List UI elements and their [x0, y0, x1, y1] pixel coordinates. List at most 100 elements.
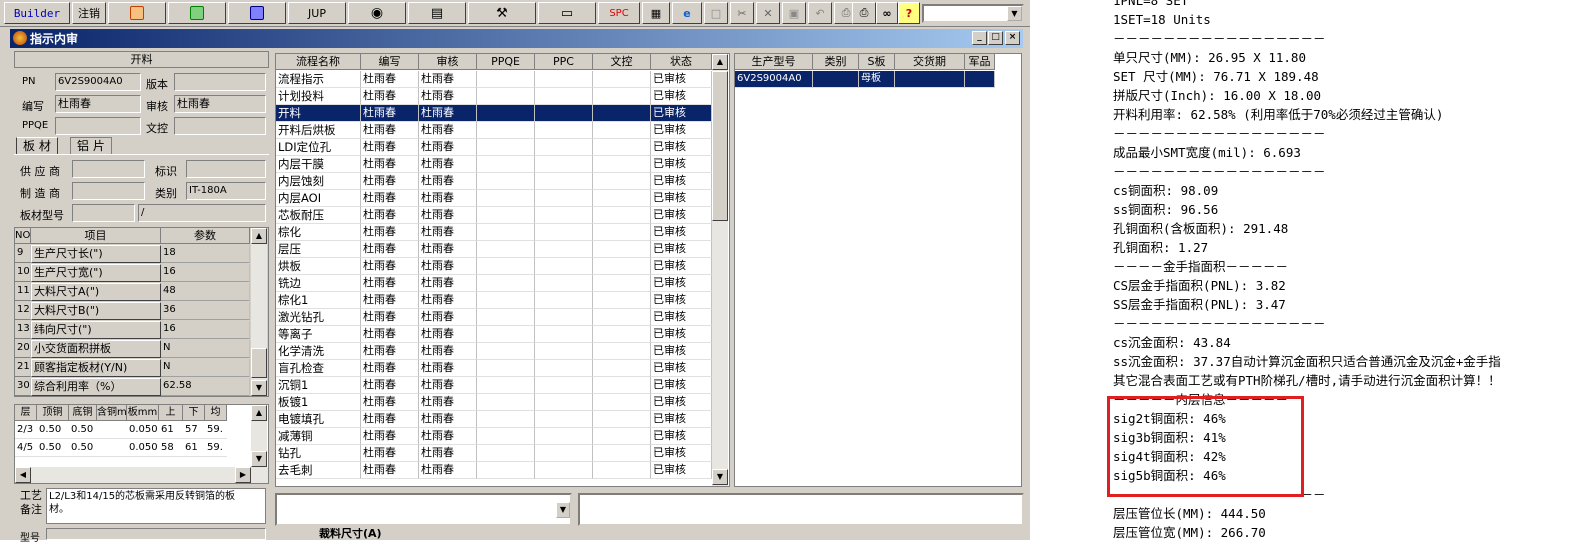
- flow-scrollbar[interactable]: ▲ ▼: [712, 54, 728, 486]
- flow-header[interactable]: 流程名称: [276, 54, 361, 70]
- table-row[interactable]: 等离子 杜雨春 杜雨春 已审核: [276, 326, 712, 343]
- minimize-button[interactable]: _: [972, 31, 987, 45]
- param-value[interactable]: 36: [161, 302, 250, 320]
- tools-button[interactable]: ⚒: [468, 2, 536, 24]
- find-button[interactable]: ∞: [876, 2, 898, 24]
- flow-header[interactable]: 状态: [651, 54, 712, 70]
- param-value[interactable]: N: [161, 359, 250, 377]
- database-button[interactable]: ▤: [408, 2, 466, 24]
- product-header[interactable]: 生产型号: [735, 54, 813, 70]
- table-row[interactable]: LDI定位孔 杜雨春 杜雨春 已审核: [276, 139, 712, 156]
- help-button[interactable]: ?: [898, 2, 920, 24]
- table-row[interactable]: 板镀1 杜雨春 杜雨春 已审核: [276, 394, 712, 411]
- scroll-down-icon[interactable]: ▼: [251, 451, 267, 467]
- product-header[interactable]: S板: [859, 54, 895, 70]
- cut-button[interactable]: ✂: [730, 2, 754, 24]
- table-row[interactable]: 烘板 杜雨春 杜雨春 已审核: [276, 258, 712, 275]
- logout-button[interactable]: 注销: [72, 2, 106, 24]
- spc-button[interactable]: SPC: [598, 2, 640, 24]
- product-row[interactable]: 6V2S9004A0 母板: [735, 71, 995, 88]
- new-button[interactable]: □: [704, 2, 728, 24]
- author-field[interactable]: 杜雨春: [55, 95, 141, 113]
- flow-header[interactable]: PPC: [535, 54, 593, 70]
- doc-control-field[interactable]: [174, 117, 266, 135]
- scroll-up-icon[interactable]: ▲: [712, 54, 728, 70]
- toolbar-combo[interactable]: ▼: [922, 4, 1024, 23]
- param-value[interactable]: 48: [161, 283, 250, 301]
- ppqe-field[interactable]: [55, 117, 141, 135]
- word-button[interactable]: [228, 2, 286, 24]
- product-header[interactable]: 类别: [813, 54, 859, 70]
- scroll-down-icon[interactable]: ▼: [251, 380, 267, 396]
- scroll-thumb[interactable]: [712, 71, 728, 221]
- table-row[interactable]: 电镀填孔 杜雨春 杜雨春 已审核: [276, 411, 712, 428]
- param-value[interactable]: N: [161, 340, 250, 358]
- table-row[interactable]: 钻孔 杜雨春 杜雨春 已审核: [276, 445, 712, 462]
- builder-button[interactable]: Builder: [4, 2, 70, 24]
- scroll-up-icon[interactable]: ▲: [251, 228, 267, 244]
- table-row[interactable]: 芯板耐压 杜雨春 杜雨春 已审核: [276, 207, 712, 224]
- table-row[interactable]: 层压 杜雨春 杜雨春 已审核: [276, 241, 712, 258]
- scroll-thumb[interactable]: [251, 348, 267, 378]
- flow-header[interactable]: 编写: [361, 54, 419, 70]
- bottom-combo[interactable]: ▼: [275, 493, 572, 526]
- computer-button[interactable]: ▭: [538, 2, 596, 24]
- table-row[interactable]: 开料后烘板 杜雨春 杜雨春 已审核: [276, 122, 712, 139]
- powerpoint-button[interactable]: [108, 2, 166, 24]
- reviewer-field[interactable]: 杜雨春: [174, 95, 266, 113]
- param-value[interactable]: 16: [161, 321, 250, 339]
- scroll-up-icon[interactable]: ▲: [251, 405, 267, 421]
- save-button[interactable]: ▣: [782, 2, 806, 24]
- view-button[interactable]: ◉: [348, 2, 406, 24]
- chevron-down-icon[interactable]: ▼: [556, 502, 570, 518]
- flow-header[interactable]: 文控: [593, 54, 651, 70]
- table-row[interactable]: 棕化1 杜雨春 杜雨春 已审核: [276, 292, 712, 309]
- tab-board[interactable]: 板 材: [16, 137, 58, 154]
- table-row[interactable]: 计划投料 杜雨春 杜雨春 已审核: [276, 88, 712, 105]
- pn-field[interactable]: 6V2S9004A0: [55, 73, 141, 91]
- table-row[interactable]: 铣边 杜雨春 杜雨春 已审核: [276, 275, 712, 292]
- excel-button[interactable]: [168, 2, 226, 24]
- tab-aluminum[interactable]: 铝 片: [70, 137, 112, 154]
- chevron-down-icon[interactable]: ▼: [1007, 6, 1022, 21]
- cut-size-tab[interactable]: 裁料尺寸(A): [275, 528, 425, 540]
- mark-field[interactable]: [186, 160, 266, 178]
- ie-button[interactable]: e: [672, 2, 702, 24]
- process-remark-textarea[interactable]: L2/L3和14/15的芯板需采用反转铜箔的板材。: [46, 488, 266, 524]
- category-field[interactable]: IT-180A: [186, 182, 266, 200]
- undo-button[interactable]: ↶: [808, 2, 832, 24]
- board-model-field-2[interactable]: /: [138, 204, 266, 222]
- supplier-field[interactable]: [72, 160, 145, 178]
- param-value[interactable]: 18: [161, 245, 250, 263]
- param-value[interactable]: 16: [161, 264, 250, 282]
- close-button[interactable]: ×: [1005, 31, 1020, 45]
- table-row[interactable]: 减薄铜 杜雨春 杜雨春 已审核: [276, 428, 712, 445]
- param-value[interactable]: 62.58: [161, 378, 250, 396]
- delete-button[interactable]: ✕: [756, 2, 780, 24]
- params-scrollbar[interactable]: ▲ ▼: [251, 228, 267, 396]
- table-row[interactable]: 内层蚀刻 杜雨春 杜雨春 已审核: [276, 173, 712, 190]
- version-field[interactable]: [174, 73, 266, 91]
- product-header[interactable]: 交货期: [895, 54, 965, 70]
- calculator-button[interactable]: ▦: [642, 2, 670, 24]
- bottom-text-field[interactable]: [578, 493, 1024, 526]
- table-row[interactable]: 化学清洗 杜雨春 杜雨春 已审核: [276, 343, 712, 360]
- model-field[interactable]: [46, 528, 266, 540]
- scroll-down-icon[interactable]: ▼: [712, 469, 728, 485]
- flow-header[interactable]: 审核: [419, 54, 477, 70]
- print-button[interactable]: ⎙: [852, 2, 876, 24]
- board-model-field[interactable]: [72, 204, 135, 222]
- table-row[interactable]: 沉铜1 杜雨春 杜雨春 已审核: [276, 377, 712, 394]
- table-row[interactable]: 盲孔检查 杜雨春 杜雨春 已审核: [276, 360, 712, 377]
- jup-button[interactable]: JUP: [288, 2, 346, 24]
- table-row[interactable]: 去毛刺 杜雨春 杜雨春 已审核: [276, 462, 712, 479]
- table-row[interactable]: 激光钻孔 杜雨春 杜雨春 已审核: [276, 309, 712, 326]
- table-row[interactable]: 开料 杜雨春 杜雨春 已审核: [276, 105, 712, 122]
- table-row[interactable]: 内层干膜 杜雨春 杜雨春 已审核: [276, 156, 712, 173]
- layers-scrollbar[interactable]: ▲ ▼: [251, 405, 267, 467]
- manufacturer-field[interactable]: [72, 182, 145, 200]
- scroll-right-icon[interactable]: ▶: [235, 467, 251, 483]
- table-row[interactable]: 棕化 杜雨春 杜雨春 已审核: [276, 224, 712, 241]
- flow-header[interactable]: PPQE: [477, 54, 535, 70]
- layers-hscrollbar[interactable]: ◀ ▶: [15, 467, 268, 483]
